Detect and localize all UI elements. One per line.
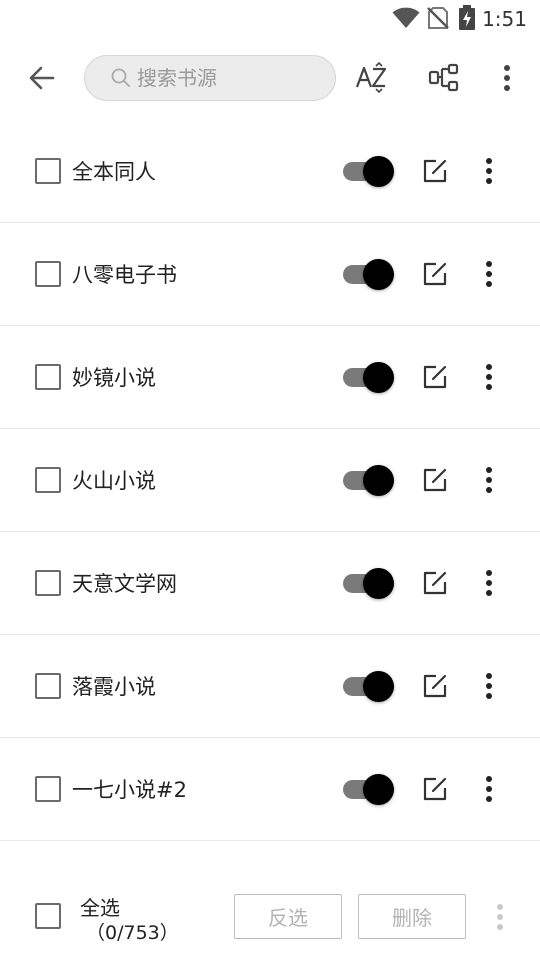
source-name: 火山小说 (72, 469, 156, 493)
search-input[interactable] (137, 66, 317, 90)
enable-switch[interactable] (343, 568, 395, 599)
search-box[interactable] (84, 55, 336, 101)
item-checkbox[interactable] (35, 364, 61, 390)
item-more-button[interactable] (476, 257, 502, 291)
edit-icon (423, 777, 447, 801)
source-name: 落霞小说 (72, 675, 156, 699)
enable-switch[interactable] (343, 259, 395, 290)
edit-button[interactable] (418, 566, 452, 600)
source-name: 妙镜小说 (72, 366, 156, 390)
source-name: 全本同人 (72, 160, 156, 184)
source-name: 一七小说#2 (72, 778, 187, 802)
more-vert-icon (486, 673, 492, 699)
more-menu-button[interactable] (483, 54, 531, 102)
list-item: 妙镜小说 (0, 326, 540, 429)
list-item: 全本同人 (0, 120, 540, 223)
edit-button[interactable] (418, 772, 452, 806)
item-more-button[interactable] (476, 360, 502, 394)
more-vert-icon (486, 570, 492, 596)
arrow-left-icon (29, 66, 55, 90)
select-all-checkbox[interactable] (35, 903, 61, 929)
edit-button[interactable] (418, 669, 452, 703)
more-vert-icon (504, 65, 510, 91)
edit-button[interactable] (418, 360, 452, 394)
search-icon (111, 68, 130, 87)
enable-switch[interactable] (343, 156, 395, 187)
list-item: 落霞小说 (0, 635, 540, 738)
edit-icon (423, 674, 447, 698)
enable-switch[interactable] (343, 465, 395, 496)
list-item: 八零电子书 (0, 223, 540, 326)
source-list: 全本同人 八零电子书 妙镜小说 火山小说 天意文学网 落霞小说 一七小说#2 (0, 120, 540, 841)
more-vert-icon (486, 261, 492, 287)
select-all-label[interactable]: 全选 (80, 892, 120, 921)
wifi-icon (392, 7, 420, 28)
selection-bar: 全选 （0/753） 反选 删除 (0, 870, 540, 960)
edit-icon (423, 262, 447, 286)
selection-count: （0/753） (86, 922, 179, 944)
more-vert-icon (486, 467, 492, 493)
status-time: 1:51 (482, 7, 527, 31)
item-more-button[interactable] (476, 154, 502, 188)
back-button[interactable] (18, 54, 66, 102)
edit-icon (423, 468, 447, 492)
battery-charging-icon (459, 5, 475, 30)
item-more-button[interactable] (476, 463, 502, 497)
toolbar (0, 40, 540, 116)
selection-more-button[interactable] (488, 900, 512, 934)
item-checkbox[interactable] (35, 673, 61, 699)
more-vert-icon (486, 158, 492, 184)
status-bar: 1:51 (0, 0, 540, 36)
edit-icon (423, 159, 447, 183)
group-button[interactable] (420, 54, 468, 102)
more-vert-icon (486, 776, 492, 802)
item-checkbox[interactable] (35, 261, 61, 287)
sort-button[interactable] (348, 54, 396, 102)
enable-switch[interactable] (343, 774, 395, 805)
item-more-button[interactable] (476, 669, 502, 703)
list-item: 天意文学网 (0, 532, 540, 635)
more-vert-icon (486, 364, 492, 390)
item-more-button[interactable] (476, 772, 502, 806)
source-name: 八零电子书 (72, 263, 177, 287)
source-name: 天意文学网 (72, 572, 177, 596)
edit-button[interactable] (418, 257, 452, 291)
sort-az-icon (355, 61, 387, 94)
enable-switch[interactable] (343, 362, 395, 393)
delete-button[interactable]: 删除 (358, 894, 466, 939)
invert-selection-button[interactable]: 反选 (234, 894, 342, 939)
list-item: 火山小说 (0, 429, 540, 532)
edit-icon (423, 365, 447, 389)
edit-button[interactable] (418, 154, 452, 188)
item-checkbox[interactable] (35, 776, 61, 802)
item-more-button[interactable] (476, 566, 502, 600)
group-icon (428, 63, 459, 92)
edit-icon (423, 571, 447, 595)
enable-switch[interactable] (343, 671, 395, 702)
item-checkbox[interactable] (35, 570, 61, 596)
edit-button[interactable] (418, 463, 452, 497)
no-sim-icon (427, 7, 449, 29)
more-vert-icon (497, 904, 503, 930)
list-item: 一七小说#2 (0, 738, 540, 841)
item-checkbox[interactable] (35, 467, 61, 493)
item-checkbox[interactable] (35, 158, 61, 184)
